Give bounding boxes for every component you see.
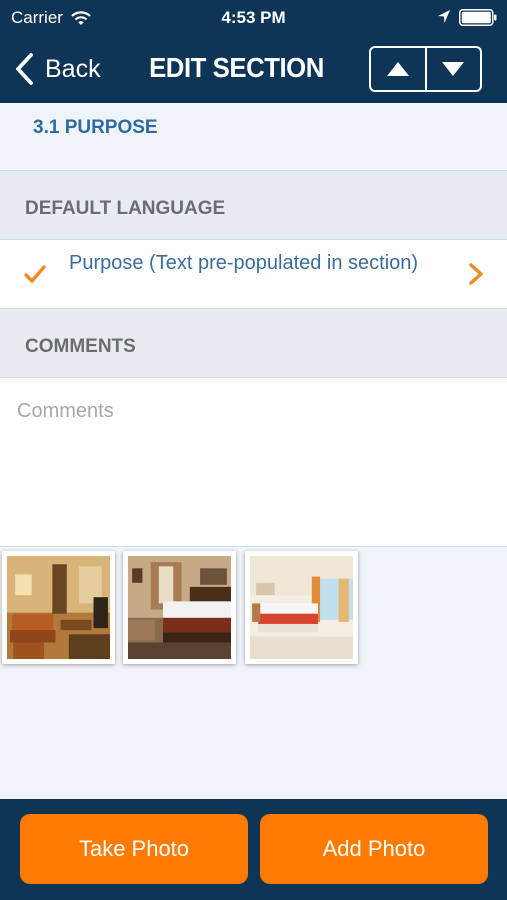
status-bar: Carrier 4:53 PM <box>0 0 507 36</box>
comments-header: COMMENTS <box>0 308 507 378</box>
comments-input[interactable] <box>0 378 507 546</box>
navigation-bar: Carrier 4:53 PM Back EDIT SECTION <box>0 0 507 103</box>
comments-header-label: COMMENTS <box>25 336 136 357</box>
section-title: 3.1 PURPOSE <box>33 117 158 138</box>
bottom-toolbar: Take Photo Add Photo <box>0 799 507 900</box>
bright-hotel-room-photo <box>250 556 353 659</box>
photo-thumbnail[interactable] <box>2 551 115 664</box>
previous-section-button[interactable] <box>371 48 425 90</box>
default-language-header-label: DEFAULT LANGUAGE <box>25 198 226 219</box>
hotel-lounge-photo <box>7 556 110 659</box>
default-language-header: DEFAULT LANGUAGE <box>0 170 507 240</box>
status-time: 4:53 PM <box>221 8 286 27</box>
add-photo-button[interactable]: Add Photo <box>260 814 488 884</box>
comments-container <box>0 377 507 547</box>
battery-icon <box>459 9 497 26</box>
section-navigation-control <box>369 46 482 92</box>
take-photo-button[interactable]: Take Photo <box>20 814 248 884</box>
default-language-item[interactable]: Purpose (Text pre-populated in section) <box>0 239 507 309</box>
hotel-bedroom-photo <box>128 556 231 659</box>
location-arrow-icon <box>438 10 450 23</box>
triangle-up-icon <box>386 62 409 76</box>
photo-thumbnail[interactable] <box>245 551 358 664</box>
photo-thumbnail[interactable] <box>123 551 236 664</box>
chevron-right-icon <box>469 263 483 285</box>
checkmark-icon <box>24 265 46 283</box>
default-language-item-text: Purpose (Text pre-populated in section) <box>69 252 419 274</box>
next-section-button[interactable] <box>424 48 481 90</box>
triangle-down-icon <box>442 62 465 76</box>
